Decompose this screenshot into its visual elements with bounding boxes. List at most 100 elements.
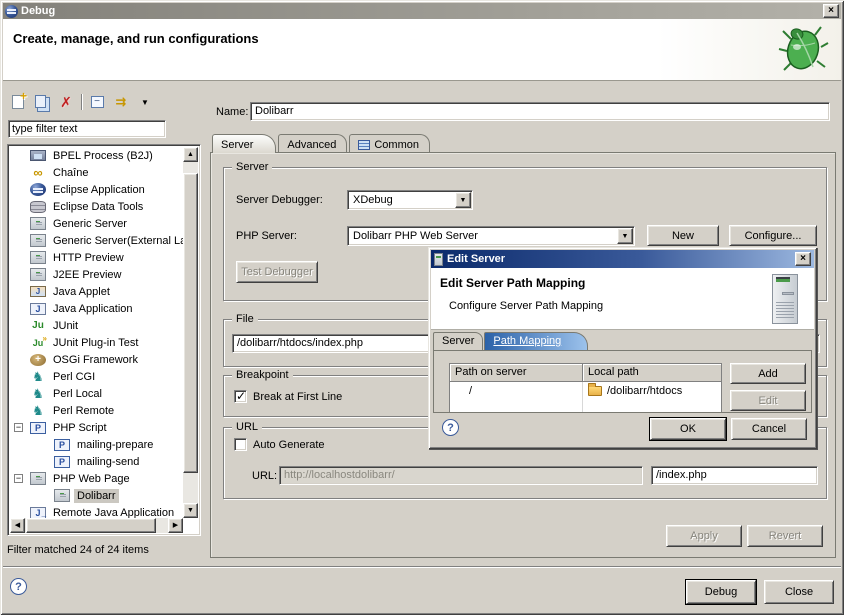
tree-item-label: Perl Local [50,387,105,401]
server-debugger-dropdown-icon[interactable]: ▼ [455,192,471,208]
tree-item-j2ee-preview[interactable]: J2EE Preview [10,266,183,283]
tree-item-mailing-send[interactable]: mailing-send [10,453,183,470]
tree-item-generic-server-external-la[interactable]: Generic Server(External La [10,232,183,249]
collapse-toggle-icon[interactable]: − [14,474,23,483]
name-label: Name: [216,106,248,118]
break-first-line-checkbox[interactable] [234,390,247,403]
path-mapping-row[interactable]: //dolibarr/htdocs [450,382,721,400]
php-server-select[interactable]: Dolibarr PHP Web Server ▼ [347,226,635,246]
vertical-scroll-thumb[interactable] [183,173,198,473]
tab-server[interactable]: Server [212,134,276,153]
scroll-left-icon[interactable]: ◀ [10,518,25,533]
type-filter-input[interactable]: type filter text [8,120,166,138]
tree-item-perl-cgi[interactable]: Perl CGI [10,368,183,385]
edit-server-titlebar: Edit Server × [431,250,814,268]
add-mapping-button[interactable]: Add [730,363,806,384]
remote-java-icon [30,507,46,519]
edit-server-dialog: Edit Server × Edit Server Path Mapping C… [428,247,817,449]
tab-server-label: Server [221,139,253,151]
tree-item-osgi-framework[interactable]: OSGi Framework [10,351,183,368]
auto-generate-row: Auto Generate [234,438,325,451]
php-server-dropdown-icon[interactable]: ▼ [617,228,633,244]
tree-item-java-applet[interactable]: Java Applet [10,283,183,300]
tree-item-remote-java-application[interactable]: Remote Java Application [10,504,183,518]
tree-item-php-web-page[interactable]: − PHP Web Page [10,470,183,487]
tree-item-bpel-process-b2j[interactable]: BPEL Process (B2J) [10,147,183,164]
url-path-input[interactable]: /index.php [651,466,818,485]
duplicate-config-icon[interactable] [33,93,51,111]
ok-button[interactable]: OK [650,418,726,440]
tree-item-label: Generic Server [50,217,130,231]
delete-config-icon[interactable]: ✗ [57,93,75,111]
tab-advanced[interactable]: Advanced [278,134,347,153]
debug-button[interactable]: Debug [686,580,756,604]
perl-icon [30,369,46,384]
menu-dropdown-icon[interactable]: ▼ [136,93,154,111]
collapse-toggle-icon[interactable]: − [14,423,23,432]
sidebar-toolbar: ✗ − ⇉ ▼ [5,90,154,114]
tree-item-label: JUnit [50,319,81,333]
tree-item-label: Chaîne [50,166,91,180]
server-group-title: Server [232,161,272,173]
tree-item-generic-server[interactable]: Generic Server [10,215,183,232]
url-label: URL: [252,470,277,482]
break-first-line-row: Break at First Line [234,390,342,403]
apply-button[interactable]: Apply [666,525,742,547]
column-header-local-path[interactable]: Local path [583,364,721,382]
edit-mapping-button[interactable]: Edit [730,390,806,411]
server-debugger-select[interactable]: XDebug ▼ [347,190,473,210]
tree-item-perl-remote[interactable]: Perl Remote [10,402,183,419]
tab-common[interactable]: Common [349,134,430,153]
auto-generate-label: Auto Generate [253,439,325,451]
scroll-right-icon[interactable]: ▶ [168,518,183,533]
test-debugger-button[interactable]: Test Debugger [236,261,318,283]
tree-item-dolibarr[interactable]: Dolibarr [10,487,183,504]
debug-configurations-window: Debug × Create, manage, and run configur… [0,0,844,615]
tree-item-junit-plug-in-test[interactable]: JUnit Plug-in Test [10,334,183,351]
path-mapping-table-header: Path on serverLocal path [450,364,721,382]
tree-vertical-scrollbar[interactable]: ▲ ▼ [183,147,198,518]
revert-button[interactable]: Revert [747,525,823,547]
url-base-input: http://localhostdolibarr/ [279,466,643,485]
window-close-button[interactable]: × [823,4,839,18]
tree-item-java-application[interactable]: Java Application [10,300,183,317]
tree-item-label: Dolibarr [74,489,119,503]
edit-server-close-button[interactable]: × [795,252,811,266]
debug-bug-icon [777,21,829,80]
close-button[interactable]: Close [764,580,834,604]
tree-item-http-preview[interactable]: HTTP Preview [10,249,183,266]
auto-generate-checkbox[interactable] [234,438,247,451]
tree-item-php-script[interactable]: −PHP Script [10,419,183,436]
tree-item-eclipse-data-tools[interactable]: Eclipse Data Tools [10,198,183,215]
horizontal-scroll-thumb[interactable] [26,518,156,533]
new-server-button[interactable]: New [647,225,719,246]
configure-server-button[interactable]: Configure... [729,225,817,246]
server-debugger-value: XDebug [353,194,393,206]
tree-item-junit[interactable]: JUnit [10,317,183,334]
column-header-path-on-server[interactable]: Path on server [450,364,583,382]
collapse-all-icon[interactable]: − [88,93,106,111]
tree-item-perl-local[interactable]: Perl Local [10,385,183,402]
tree-item-mailing-prepare[interactable]: mailing-prepare [10,436,183,453]
scroll-down-icon[interactable]: ▼ [183,503,198,518]
scroll-up-icon[interactable]: ▲ [183,147,198,162]
dialog-help-icon[interactable]: ? [442,419,459,436]
tab-server-settings[interactable]: Server [433,332,483,350]
filter-config-icon[interactable]: ⇉ [112,93,130,111]
bpel-icon [30,150,46,161]
help-icon[interactable]: ? [10,578,27,595]
java-icon [30,303,46,315]
tree-item-label: PHP Web Page [50,472,133,486]
common-tab-icon [358,140,370,150]
cancel-button[interactable]: Cancel [731,418,807,440]
url-group-title: URL [232,421,262,433]
tree-item-eclipse-application[interactable]: Eclipse Application [10,181,183,198]
tab-common-label: Common [374,139,419,151]
name-input[interactable]: Dolibarr [250,102,830,121]
path-mapping-table[interactable]: Path on serverLocal path //dolibarr/htdo… [449,363,722,413]
dialog-header-banner: Create, manage, and run configurations [3,19,841,81]
tab-path-mapping[interactable]: Path Mapping [484,332,588,350]
tree-item-cha-ne[interactable]: Chaîne [10,164,183,181]
tree-horizontal-scrollbar[interactable]: ◀ ▶ [10,518,183,533]
new-config-icon[interactable] [9,93,27,111]
